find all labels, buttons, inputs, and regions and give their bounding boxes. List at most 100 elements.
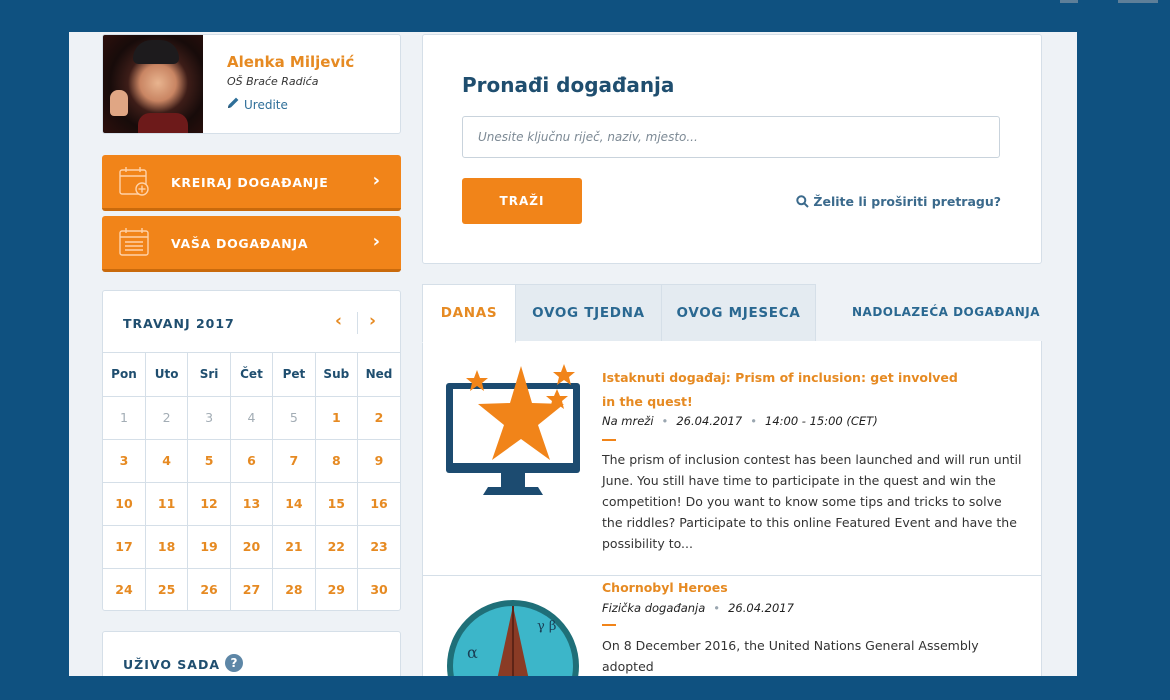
calendar-day[interactable]: 15 [314, 481, 359, 526]
calendar-week-row: 24 25 26 27 28 29 30 [103, 567, 400, 610]
calendar-header: TRAVANJ 2017 ‹ › [103, 291, 400, 353]
calendar-day[interactable]: 14 [272, 481, 316, 526]
profile-name[interactable]: Alenka Miljević [227, 53, 354, 71]
avatar-hat [133, 40, 179, 64]
advanced-search-link[interactable]: Želite li proširiti pretragu? [796, 194, 1001, 211]
calendar-day[interactable]: 2 [357, 396, 400, 440]
medal-icon[interactable]: α γ β [445, 598, 581, 676]
calendar-day[interactable]: 18 [144, 524, 189, 569]
calendar-day[interactable]: 11 [144, 481, 189, 526]
pencil-icon [227, 96, 240, 112]
event-description: On 8 December 2016, the United Nations G… [602, 638, 979, 674]
calendar-day[interactable]: 17 [103, 524, 146, 569]
profile-school: OŠ Braće Radića [227, 75, 319, 88]
event-time: 14:00 - 15:00 (CET) [765, 414, 878, 428]
avatar-thumb [110, 90, 128, 116]
calendar-day[interactable]: 12 [187, 481, 231, 526]
tab-today[interactable]: DANAS [422, 284, 516, 343]
weekday-label: Čet [229, 353, 274, 397]
chevron-left-icon[interactable]: ‹ [335, 311, 342, 331]
chevron-right-icon: › [372, 231, 380, 252]
weekday-label: Pet [272, 353, 316, 397]
calendar-day-prev-month: 5 [272, 396, 316, 440]
calendar-list-icon [119, 227, 151, 257]
event-meta: Fizička događanja • 26.04.2017 [602, 601, 794, 615]
calendar-day[interactable]: 20 [229, 524, 274, 569]
calendar-day-prev-month: 4 [229, 396, 274, 440]
event-list: Istaknuti događaj: Prism of inclusion: g… [422, 341, 1042, 676]
calendar-day[interactable]: 28 [272, 567, 316, 610]
calendar-day[interactable]: 6 [229, 438, 274, 483]
avatar[interactable] [103, 35, 203, 133]
tab-this-week[interactable]: OVOG TJEDNA [515, 284, 662, 342]
edit-profile-label: Uredite [244, 98, 288, 112]
my-events-label: VAŠA DOGAĐANJA [171, 236, 309, 251]
calendar-day[interactable]: 21 [272, 524, 316, 569]
calendar-day-prev-month: 3 [187, 396, 231, 440]
calendar-day[interactable]: 27 [229, 567, 274, 610]
calendar-day[interactable]: 1 [314, 396, 359, 440]
calendar-add-icon [119, 166, 151, 196]
weekday-label: Uto [144, 353, 189, 397]
tab-this-month[interactable]: OVOG MJESECA [661, 284, 816, 342]
calendar-day[interactable]: 9 [357, 438, 400, 483]
calendar-day-prev-month: 1 [103, 396, 146, 440]
separator-dot: • [661, 414, 669, 428]
calendar-day[interactable]: 23 [357, 524, 400, 569]
calendar-day[interactable]: 25 [144, 567, 189, 610]
event-title[interactable]: Istaknuti događaj: Prism of inclusion: g… [602, 366, 972, 414]
calendar-day[interactable]: 5 [187, 438, 231, 483]
calendar-day[interactable]: 3 [103, 438, 146, 483]
event-location: Na mreži [602, 414, 654, 428]
event-meta: Na mreži • 26.04.2017 • 14:00 - 15:00 (CET) [602, 414, 878, 428]
calendar-day[interactable]: 29 [314, 567, 359, 610]
advanced-search-label: Želite li proširiti pretragu? [813, 194, 1001, 209]
calendar-day[interactable]: 30 [357, 567, 400, 610]
calendar-day[interactable]: 16 [357, 481, 400, 526]
list-item: α γ β Chornobyl Heroes Fizička događanja… [423, 576, 1041, 676]
calendar-month-title: TRAVANJ 2017 [123, 316, 235, 331]
weekday-label: Ned [357, 353, 400, 397]
event-location: Fizička događanja [602, 601, 706, 615]
top-edge-mark [1118, 0, 1158, 3]
calendar-day[interactable]: 13 [229, 481, 274, 526]
calendar-day[interactable]: 7 [272, 438, 316, 483]
calendar-grid: Pon Uto Sri Čet Pet Sub Ned 1 2 3 4 5 1 [103, 353, 400, 610]
page-content: Alenka Miljević OŠ Braće Radića Uredite … [69, 32, 1077, 676]
accent-underline [602, 439, 616, 441]
chevron-right-icon[interactable]: › [369, 311, 376, 331]
weekday-label: Pon [103, 353, 146, 397]
separator-dot: • [750, 414, 757, 428]
weekday-label: Sub [314, 353, 359, 397]
search-panel: Pronađi događanja TRAŽI Želite li prošir… [422, 34, 1042, 264]
calendar-week-row: 3 4 5 6 7 8 9 [103, 438, 400, 483]
tab-upcoming-dropdown[interactable]: NADOLAZEĆA DOGAĐANJA [852, 284, 1042, 372]
calendar-day[interactable]: 10 [103, 481, 146, 526]
calendar-day[interactable]: 22 [314, 524, 359, 569]
question-icon[interactable]: ? [225, 654, 243, 672]
calendar-day[interactable]: 8 [314, 438, 359, 483]
separator-dot: • [713, 601, 721, 615]
calendar-day[interactable]: 26 [187, 567, 231, 610]
search-button[interactable]: TRAŽI [462, 178, 582, 224]
calendar-weekday-row: Pon Uto Sri Čet Pet Sub Ned [103, 353, 400, 397]
chevron-right-icon: › [372, 170, 380, 191]
calendar-day[interactable]: 19 [187, 524, 231, 569]
svg-text:α: α [467, 643, 478, 662]
search-input[interactable] [462, 116, 1000, 158]
tab-upcoming-label: NADOLAZEĆA DOGAĐANJA [852, 305, 1041, 319]
event-date: 26.04.2017 [728, 601, 794, 615]
star-monitor-icon[interactable] [444, 363, 582, 503]
create-event-button[interactable]: KREIRAJ DOGAĐANJE › [102, 155, 401, 211]
calendar-nav-divider [357, 312, 358, 334]
my-events-button[interactable]: VAŠA DOGAĐANJA › [102, 216, 401, 272]
calendar-day[interactable]: 4 [144, 438, 189, 483]
create-event-label: KREIRAJ DOGAĐANJE [171, 175, 329, 190]
edit-profile-link[interactable]: Uredite [227, 96, 288, 112]
top-edge-mark [1060, 0, 1078, 3]
event-title[interactable]: Chornobyl Heroes [602, 576, 972, 600]
calendar-day[interactable]: 24 [103, 567, 146, 610]
search-title: Pronađi događanja [462, 73, 675, 97]
live-now-panel: UŽIVO SADA ? [102, 631, 401, 676]
search-icon [796, 194, 810, 211]
